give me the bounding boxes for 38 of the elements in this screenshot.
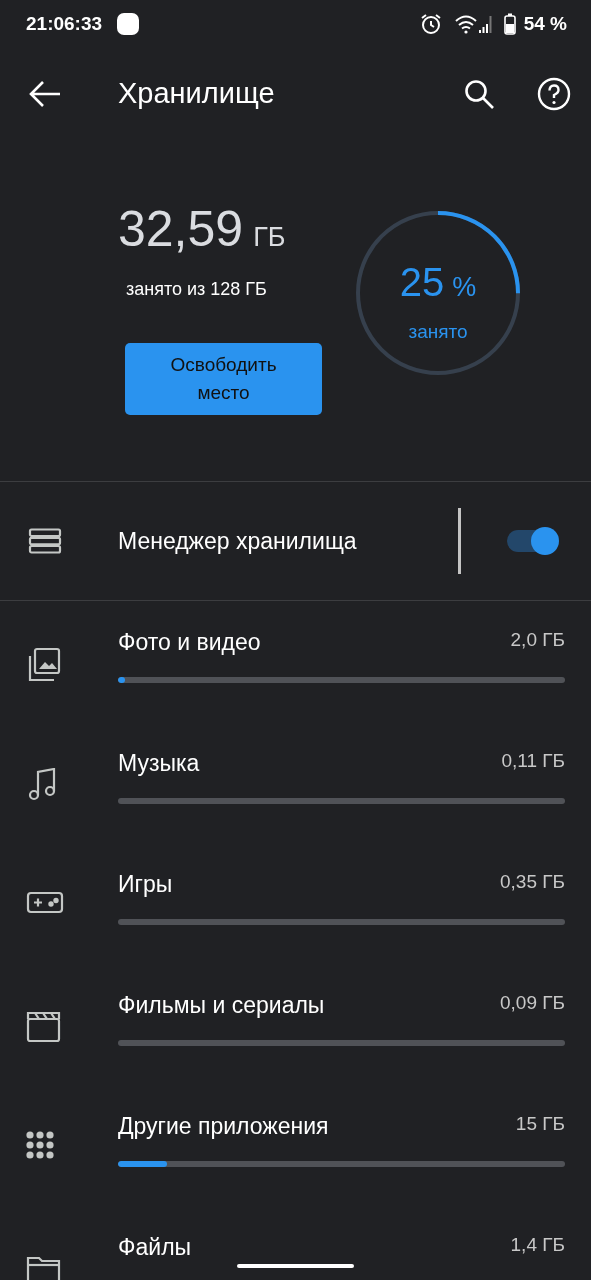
category-name[interactable]: Музыка [118,748,200,778]
battery-level: 54 % [523,11,567,36]
category-size: 1,4 ГБ [510,1233,565,1257]
free-up-space-button[interactable]: Освободить место [125,342,322,415]
category-size: 15 ГБ [515,1112,565,1136]
storage-manager-label: Менеджер хранилища [118,526,358,556]
clapperboard-icon [26,1010,61,1043]
percent-sign: % [452,271,477,304]
status-time: 21:06:33 [26,11,103,36]
battery-icon [503,13,516,35]
category-name[interactable]: Игры [118,869,173,899]
storage-icon [28,528,62,554]
signal-icon [477,14,492,34]
capacity-caption: занято из 128 ГБ [126,277,268,301]
back-arrow-icon[interactable] [28,80,62,108]
alarm-icon [419,13,442,35]
search-icon[interactable] [463,78,495,110]
category-size: 0,35 ГБ [500,870,565,894]
used-amount: 32,59 [118,204,244,254]
gamepad-icon [26,889,64,915]
used-label: занято [407,320,469,344]
storage-manager-toggle[interactable] [507,527,561,555]
music-note-icon [26,768,58,801]
category-name[interactable]: Фото и видео [118,627,261,657]
category-name[interactable]: Фильмы и сериалы [118,990,325,1020]
category-size: 0,09 ГБ [500,991,565,1015]
category-name[interactable]: Файлы [118,1232,192,1262]
photos-icon [26,647,62,683]
category-name[interactable]: Другие приложения [118,1111,329,1141]
category-size: 2,0 ГБ [510,628,565,652]
percent-value: 25 [399,259,445,306]
app-grid-icon [26,1131,54,1159]
category-size: 0,11 ГБ [501,749,565,773]
notification-icon [116,12,141,36]
screen-title: Хранилище [118,76,276,112]
wifi-icon [453,14,478,34]
used-unit: ГБ [253,221,286,254]
help-icon[interactable] [537,77,571,111]
